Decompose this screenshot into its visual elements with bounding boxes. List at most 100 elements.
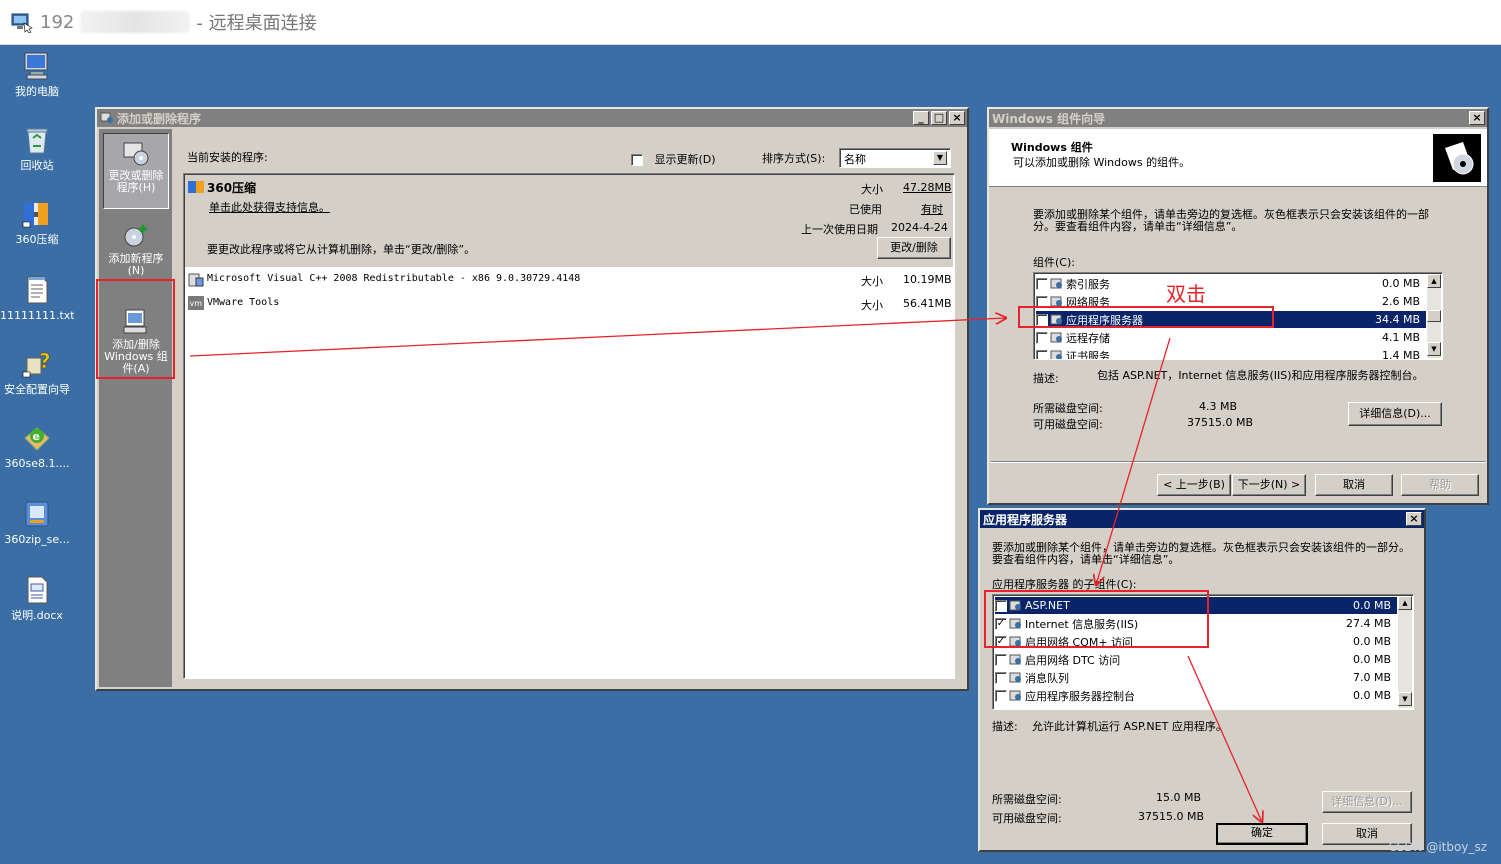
help-button[interactable]: 帮助 <box>1401 474 1479 496</box>
component-checkbox[interactable] <box>995 689 1007 702</box>
component-name: 应用程序服务器控制台 <box>1025 689 1135 703</box>
scroll-up-icon[interactable]: ▲ <box>1398 596 1412 610</box>
add-remove-title-bar: 添加或删除程序 _ □ × <box>97 109 967 127</box>
program-row[interactable]: Microsoft Visual C++ 2008 Redistributabl… <box>185 270 953 290</box>
required-space-label: 所需磁盘空间: <box>992 793 1062 806</box>
scroll-down-icon[interactable]: ▼ <box>1398 692 1412 706</box>
zip-setup-icon <box>25 501 49 527</box>
component-icon <box>1050 332 1062 342</box>
sort-dropdown[interactable]: 名称 ▼ <box>839 148 951 168</box>
component-checkbox[interactable] <box>1036 349 1048 359</box>
components-box-icon <box>1433 134 1481 182</box>
desktop-icon-360se[interactable]: e 360se8.1.... <box>0 422 74 470</box>
desktop-icon-text-file[interactable]: 11111111.txt <box>0 274 74 322</box>
annotation-box-windows-components <box>96 279 175 379</box>
sidebar-item-change-remove[interactable]: 更改或删除程序(H) <box>103 133 169 209</box>
components-scrollbar[interactable]: ▲ ▼ <box>1427 274 1441 358</box>
component-row[interactable]: 消息队列 7.0 MB <box>995 669 1397 686</box>
component-row[interactable]: 索引服务 0.0 MB <box>1036 275 1426 292</box>
components-label: 组件(C): <box>1033 256 1075 269</box>
sidebar-item-add-new[interactable]: 添加新程序(N) <box>103 217 169 279</box>
desktop-icon-360zip[interactable]: 360压缩 <box>0 198 74 246</box>
current-programs-label: 当前安装的程序: <box>187 151 268 164</box>
recycle-bin-icon <box>26 128 48 154</box>
available-space-label: 可用磁盘空间: <box>992 812 1062 825</box>
ok-button[interactable]: 确定 <box>1216 823 1308 845</box>
minimize-button[interactable]: _ <box>913 111 929 125</box>
component-name: 远程存储 <box>1066 331 1110 345</box>
required-space-value: 4.3 MB <box>1199 400 1238 413</box>
component-row[interactable]: 证书服务 1.4 MB <box>1036 347 1426 360</box>
archive-icon <box>22 203 48 228</box>
component-size: 34.4 MB <box>1374 313 1420 326</box>
component-checkbox[interactable] <box>995 671 1007 684</box>
selected-program-panel[interactable]: 360压缩 单击此处获得支持信息。 大小 47.28MB 已使用 有时 上一次使… <box>185 175 953 267</box>
rdp-host-ip: 192 <box>40 11 75 33</box>
annotation-box-app-server-row <box>1018 306 1274 328</box>
close-button[interactable]: × <box>1406 512 1422 526</box>
component-checkbox[interactable] <box>1036 277 1048 290</box>
annotation-double-click-text: 双击 <box>1166 282 1206 306</box>
desktop-icon-security-wizard[interactable]: ? 安全配置向导 <box>0 348 74 396</box>
available-space-label: 可用磁盘空间: <box>1033 418 1103 431</box>
show-updates-checkbox[interactable] <box>631 154 643 166</box>
selected-program-name: 360压缩 <box>207 181 257 195</box>
available-space-value: 37515.0 MB <box>1138 810 1205 823</box>
component-row[interactable]: 远程存储 4.1 MB <box>1036 329 1426 346</box>
wizard-title-bar: Windows 组件向导 × <box>989 109 1487 127</box>
wizard-header-subtitle: 可以添加或删除 Windows 的组件。 <box>1013 156 1191 169</box>
component-row[interactable]: 应用程序服务器控制台 0.0 MB <box>995 687 1397 704</box>
archive-icon <box>188 181 204 193</box>
component-size: 0.0 MB <box>1352 635 1391 648</box>
scroll-up-icon[interactable]: ▲ <box>1427 274 1441 288</box>
size-value[interactable]: 47.28MB <box>903 181 952 194</box>
component-checkbox[interactable] <box>1036 331 1048 344</box>
show-updates-toggle[interactable]: 显示更新(D) <box>631 151 716 167</box>
component-size: 27.4 MB <box>1345 617 1391 630</box>
appserver-instruction: 要添加或删除某个组件，请单击旁边的复选框。灰色框表示只会安装该组件的一部分。要查… <box>992 541 1410 566</box>
change-remove-button[interactable]: 更改/删除 <box>877 237 951 259</box>
details-button[interactable]: 详细信息(D)... <box>1322 791 1412 813</box>
available-space-value: 37515.0 MB <box>1187 416 1254 429</box>
scroll-down-icon[interactable]: ▼ <box>1427 342 1441 356</box>
desktop-icon-360zip-setup[interactable]: 360zip_se... <box>0 498 74 546</box>
maximize-button[interactable]: □ <box>931 111 947 125</box>
desktop-icon-my-computer[interactable]: 我的电脑 <box>0 50 74 98</box>
wizard-desc-text: 包括 ASP.NET，Internet 信息服务(IIS)和应用程序服务器控制台… <box>1097 369 1424 382</box>
component-size: 4.1 MB <box>1381 331 1420 344</box>
close-button[interactable]: × <box>949 111 965 125</box>
component-icon <box>1009 654 1021 664</box>
component-icon <box>1009 690 1021 700</box>
watermark: CSDN @itboy_sz <box>1388 840 1487 854</box>
details-button[interactable]: 详细信息(D)... <box>1348 402 1442 426</box>
component-name: 索引服务 <box>1066 277 1110 291</box>
subcomponents-scrollbar[interactable]: ▲ ▼ <box>1398 596 1412 708</box>
cancel-button[interactable]: 取消 <box>1315 474 1393 496</box>
program-row[interactable]: vm VMware Tools 大小 56.41MB <box>185 294 953 314</box>
programs-icon <box>100 112 113 123</box>
appserver-desc-text: 允许此计算机运行 ASP.NET 应用程序。 <box>1032 720 1227 733</box>
back-button[interactable]: < 上一步(B) <box>1157 474 1231 496</box>
chevron-down-icon[interactable]: ▼ <box>933 151 947 165</box>
used-label: 已使用 <box>849 203 882 216</box>
annotation-box-checked-subcomponents <box>984 590 1209 648</box>
component-checkbox[interactable] <box>995 653 1007 666</box>
desktop-icon-recycle-bin[interactable]: 回收站 <box>0 124 74 172</box>
required-space-value: 15.0 MB <box>1156 791 1202 804</box>
component-size: 1.4 MB <box>1381 349 1420 360</box>
wizard-header-title: Windows 组件 <box>1011 141 1093 154</box>
component-row[interactable]: 启用网络 DTC 访问 0.0 MB <box>995 651 1397 668</box>
next-button[interactable]: 下一步(N) > <box>1232 474 1306 496</box>
remote-desktop-icon <box>11 13 33 33</box>
appserver-desc-label: 描述: <box>992 720 1018 733</box>
desktop-icon-word-doc[interactable]: 说明.docx <box>0 574 74 622</box>
wizard-desc-label: 描述: <box>1033 372 1059 385</box>
support-info-link[interactable]: 单击此处获得支持信息。 <box>209 199 330 215</box>
svg-text:vm: vm <box>190 299 203 308</box>
wizard-instruction: 要添加或删除某个组件，请单击旁边的复选框。灰色框表示只会安装该组件的一部分。要查… <box>1033 208 1429 233</box>
close-button[interactable]: × <box>1469 111 1485 125</box>
scroll-thumb[interactable] <box>1427 310 1441 322</box>
add-remove-programs-window: 添加或删除程序 _ □ × 更改或删除程序(H) 添加新程序(N) 添加/删除 … <box>95 107 969 691</box>
my-computer-icon <box>24 52 48 80</box>
used-value[interactable]: 有时 <box>921 201 943 217</box>
